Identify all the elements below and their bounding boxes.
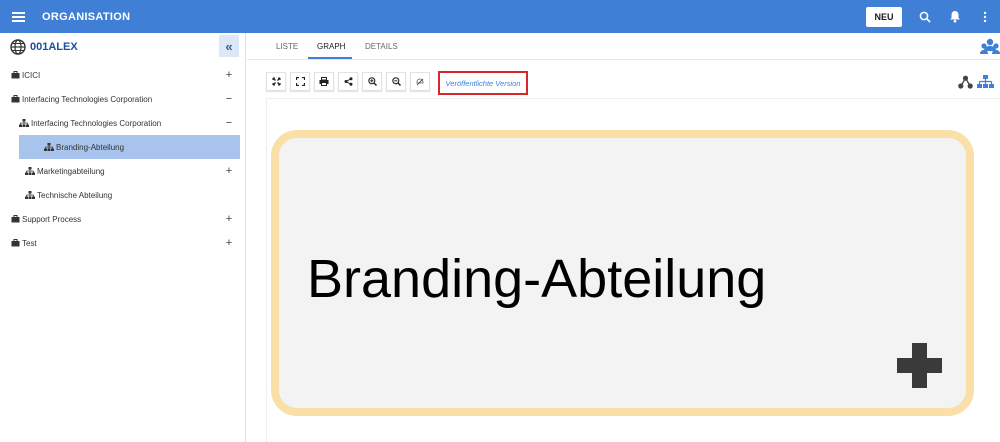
radial-layout-icon[interactable] (958, 75, 973, 89)
tab-graph[interactable]: GRAPH (317, 33, 345, 60)
published-version-link[interactable]: Veröffentlichte Version (446, 79, 521, 88)
tree-item-label: Interfacing Technologies Corporation (22, 94, 153, 104)
graph-canvas: Branding-Abteilung (266, 98, 1000, 442)
new-button[interactable]: NEU (866, 6, 902, 27)
collapse-sidebar-button[interactable]: « (219, 35, 239, 57)
sidebar-header: 001ALEX « (0, 33, 245, 61)
app-title: ORGANISATION (42, 10, 131, 23)
tree-item-label: Branding-Abteilung (56, 142, 125, 152)
hide-icon[interactable] (410, 72, 430, 91)
tree-item-label: ICICI (22, 70, 41, 80)
tree-item-interfacing-root[interactable]: Interfacing Technologies Corporation − (0, 87, 240, 111)
main-panel: LISTE GRAPH DETAILS Veröffentlichte Vers… (247, 33, 1000, 442)
people-icon[interactable] (980, 37, 1000, 59)
tree-item-label: Technische Abteilung (37, 190, 113, 200)
tree-item-label: Marketingabteilung (37, 166, 105, 176)
collapse-toggle[interactable]: − (224, 93, 234, 105)
briefcase-icon (11, 215, 20, 223)
plus-icon[interactable] (897, 343, 942, 388)
bell-icon[interactable] (940, 0, 970, 33)
tree-item-label: Interfacing Technologies Corporation (31, 118, 162, 128)
node-label: Branding-Abteilung (307, 249, 767, 309)
briefcase-icon (11, 239, 20, 247)
org-chart-icon (25, 191, 35, 199)
tree-item-support-process[interactable]: Support Process + (0, 207, 240, 231)
app-window: ORGANISATION NEU 001ALEX « ICICI + Inter… (0, 0, 1000, 442)
tree-item-test[interactable]: Test + (0, 231, 240, 255)
hierarchy-layout-icon[interactable] (977, 75, 994, 89)
tree-item-label: Support Process (22, 214, 82, 224)
tree-item-icici[interactable]: ICICI + (0, 63, 240, 87)
print-icon[interactable] (314, 72, 334, 91)
active-tab-indicator (308, 57, 352, 59)
tree-item-technische[interactable]: Technische Abteilung (0, 183, 240, 207)
share-icon[interactable] (338, 72, 358, 91)
globe-icon (10, 39, 26, 55)
tree-item-branding[interactable]: Branding-Abteilung (19, 135, 240, 159)
tab-details[interactable]: DETAILS (365, 33, 398, 60)
fit-screen-icon[interactable] (266, 72, 286, 91)
top-bar: ORGANISATION NEU (0, 0, 1000, 33)
more-vert-icon[interactable] (970, 0, 1000, 33)
collapse-toggle[interactable]: − (224, 117, 234, 129)
sidebar-title: 001ALEX (30, 41, 78, 53)
org-node-branding[interactable]: Branding-Abteilung (271, 130, 974, 416)
sidebar: 001ALEX « ICICI + Interfacing Technologi… (0, 33, 246, 442)
expand-toggle[interactable]: + (224, 213, 234, 225)
tab-bar: LISTE GRAPH DETAILS (247, 33, 1000, 60)
expand-toggle[interactable]: + (224, 69, 234, 81)
zoom-out-icon[interactable] (386, 72, 406, 91)
graph-toolbar (266, 72, 430, 91)
menu-icon[interactable] (0, 0, 36, 33)
layout-switcher (958, 75, 994, 89)
org-chart-icon (19, 119, 29, 127)
fullscreen-icon[interactable] (290, 72, 310, 91)
tree-item-marketing[interactable]: Marketingabteilung + (0, 159, 240, 183)
tree-item-interfacing-org[interactable]: Interfacing Technologies Corporation − (0, 111, 240, 135)
briefcase-icon (11, 71, 20, 79)
search-icon[interactable] (910, 0, 940, 33)
tree-item-label: Test (22, 238, 37, 248)
expand-toggle[interactable]: + (224, 237, 234, 249)
briefcase-icon (11, 95, 20, 103)
org-chart-icon (44, 143, 54, 151)
tab-liste[interactable]: LISTE (276, 33, 298, 60)
expand-toggle[interactable]: + (224, 165, 234, 177)
org-chart-icon (25, 167, 35, 175)
version-highlight: Veröffentlichte Version (438, 71, 528, 95)
zoom-in-icon[interactable] (362, 72, 382, 91)
